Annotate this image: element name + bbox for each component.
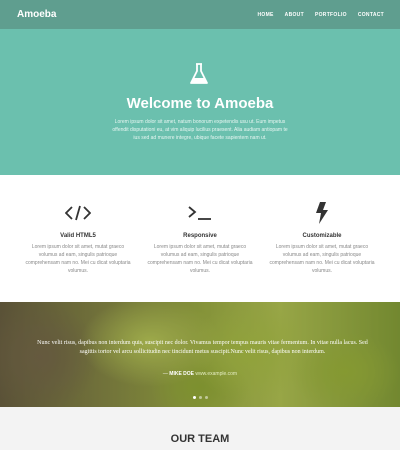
nav-contact-link[interactable]: CONTACT (358, 12, 384, 18)
lightning-icon (267, 202, 377, 224)
brand-logo[interactable]: Amoeba (17, 9, 56, 20)
feature-customizable: Customizable Lorem ipsum dolor sit amet,… (267, 202, 377, 275)
team-section: OUR TEAM (0, 407, 400, 450)
hero-title: Welcome to Amoeba (126, 95, 274, 112)
feature-valid-html5: Valid HTML5 Lorem ipsum dolor sit amet, … (23, 203, 133, 275)
hero-section: Welcome to Amoeba Lorem ipsum dolor sit … (0, 29, 400, 175)
testimonial-slider: Nunc velit risus, dapibus non interdum q… (0, 302, 400, 407)
nav-home-link[interactable]: HOME (257, 12, 273, 18)
feature-text: Lorem ipsum dolor sit amet, mutat graeco… (147, 244, 253, 274)
feature-title: Valid HTML5 (60, 233, 96, 239)
feature-text: Lorem ipsum dolor sit amet, mutat graeco… (269, 244, 375, 274)
slider-dot[interactable] (204, 396, 208, 399)
author-name: MIKE DOE (169, 371, 195, 377)
nav-about-link[interactable]: ABOUT (285, 12, 304, 18)
author-site[interactable]: www.example.com (195, 371, 237, 377)
feature-title: Responsive (183, 233, 217, 239)
feature-responsive: Responsive Lorem ipsum dolor sit amet, m… (145, 203, 255, 275)
features-section: Valid HTML5 Lorem ipsum dolor sit amet, … (0, 175, 400, 302)
slider-dot[interactable] (192, 396, 196, 399)
testimonial-quote: Nunc velit risus, dapibus non interdum q… (37, 340, 368, 355)
slider-dot[interactable] (198, 396, 202, 399)
team-title: OUR TEAM (170, 433, 230, 445)
feature-text: Lorem ipsum dolor sit amet, mutat graeco… (25, 244, 131, 274)
terminal-icon (145, 203, 255, 223)
hero-text: Lorem ipsum dolor sit amet, natum bonoru… (112, 119, 288, 141)
feature-title: Customizable (302, 233, 342, 239)
navbar: Amoeba HOME ABOUT PORTFOLIO CONTACT (0, 0, 400, 29)
nav-menu: HOME ABOUT PORTFOLIO CONTACT (257, 12, 384, 18)
code-icon (23, 203, 133, 223)
nav-portfolio-link[interactable]: PORTFOLIO (315, 12, 347, 18)
testimonial-author: — MIKE DOE www.example.com (162, 371, 238, 377)
flask-icon (190, 63, 208, 84)
slider-dots (0, 396, 400, 399)
